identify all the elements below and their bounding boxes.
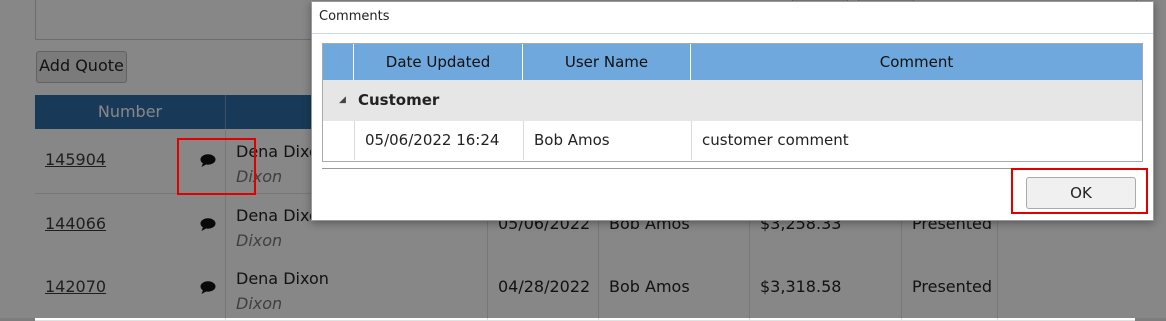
highlight-box-comment-icon	[177, 138, 256, 195]
title-divider	[312, 33, 1153, 34]
collapse-triangle-icon[interactable]: ◢	[339, 95, 346, 105]
comments-table: Date Updated User Name Comment ◢ Custome…	[322, 43, 1143, 162]
comment-user: Bob Amos	[523, 121, 691, 160]
highlight-box-ok-button	[1011, 168, 1148, 214]
comment-date: 05/06/2022 16:24	[354, 121, 523, 160]
group-row-customer[interactable]: ◢ Customer	[323, 80, 1142, 121]
dialog-title: Comments	[319, 9, 390, 24]
column-header-user-name[interactable]: User Name	[523, 44, 691, 80]
column-header-expander	[323, 44, 354, 80]
table-row[interactable]: 05/06/2022 16:24 Bob Amos customer comme…	[323, 121, 1142, 160]
column-header-date-updated[interactable]: Date Updated	[354, 44, 523, 80]
column-header-comment[interactable]: Comment	[691, 44, 1142, 80]
comment-text: customer comment	[691, 121, 1142, 160]
group-label: Customer	[358, 91, 440, 109]
